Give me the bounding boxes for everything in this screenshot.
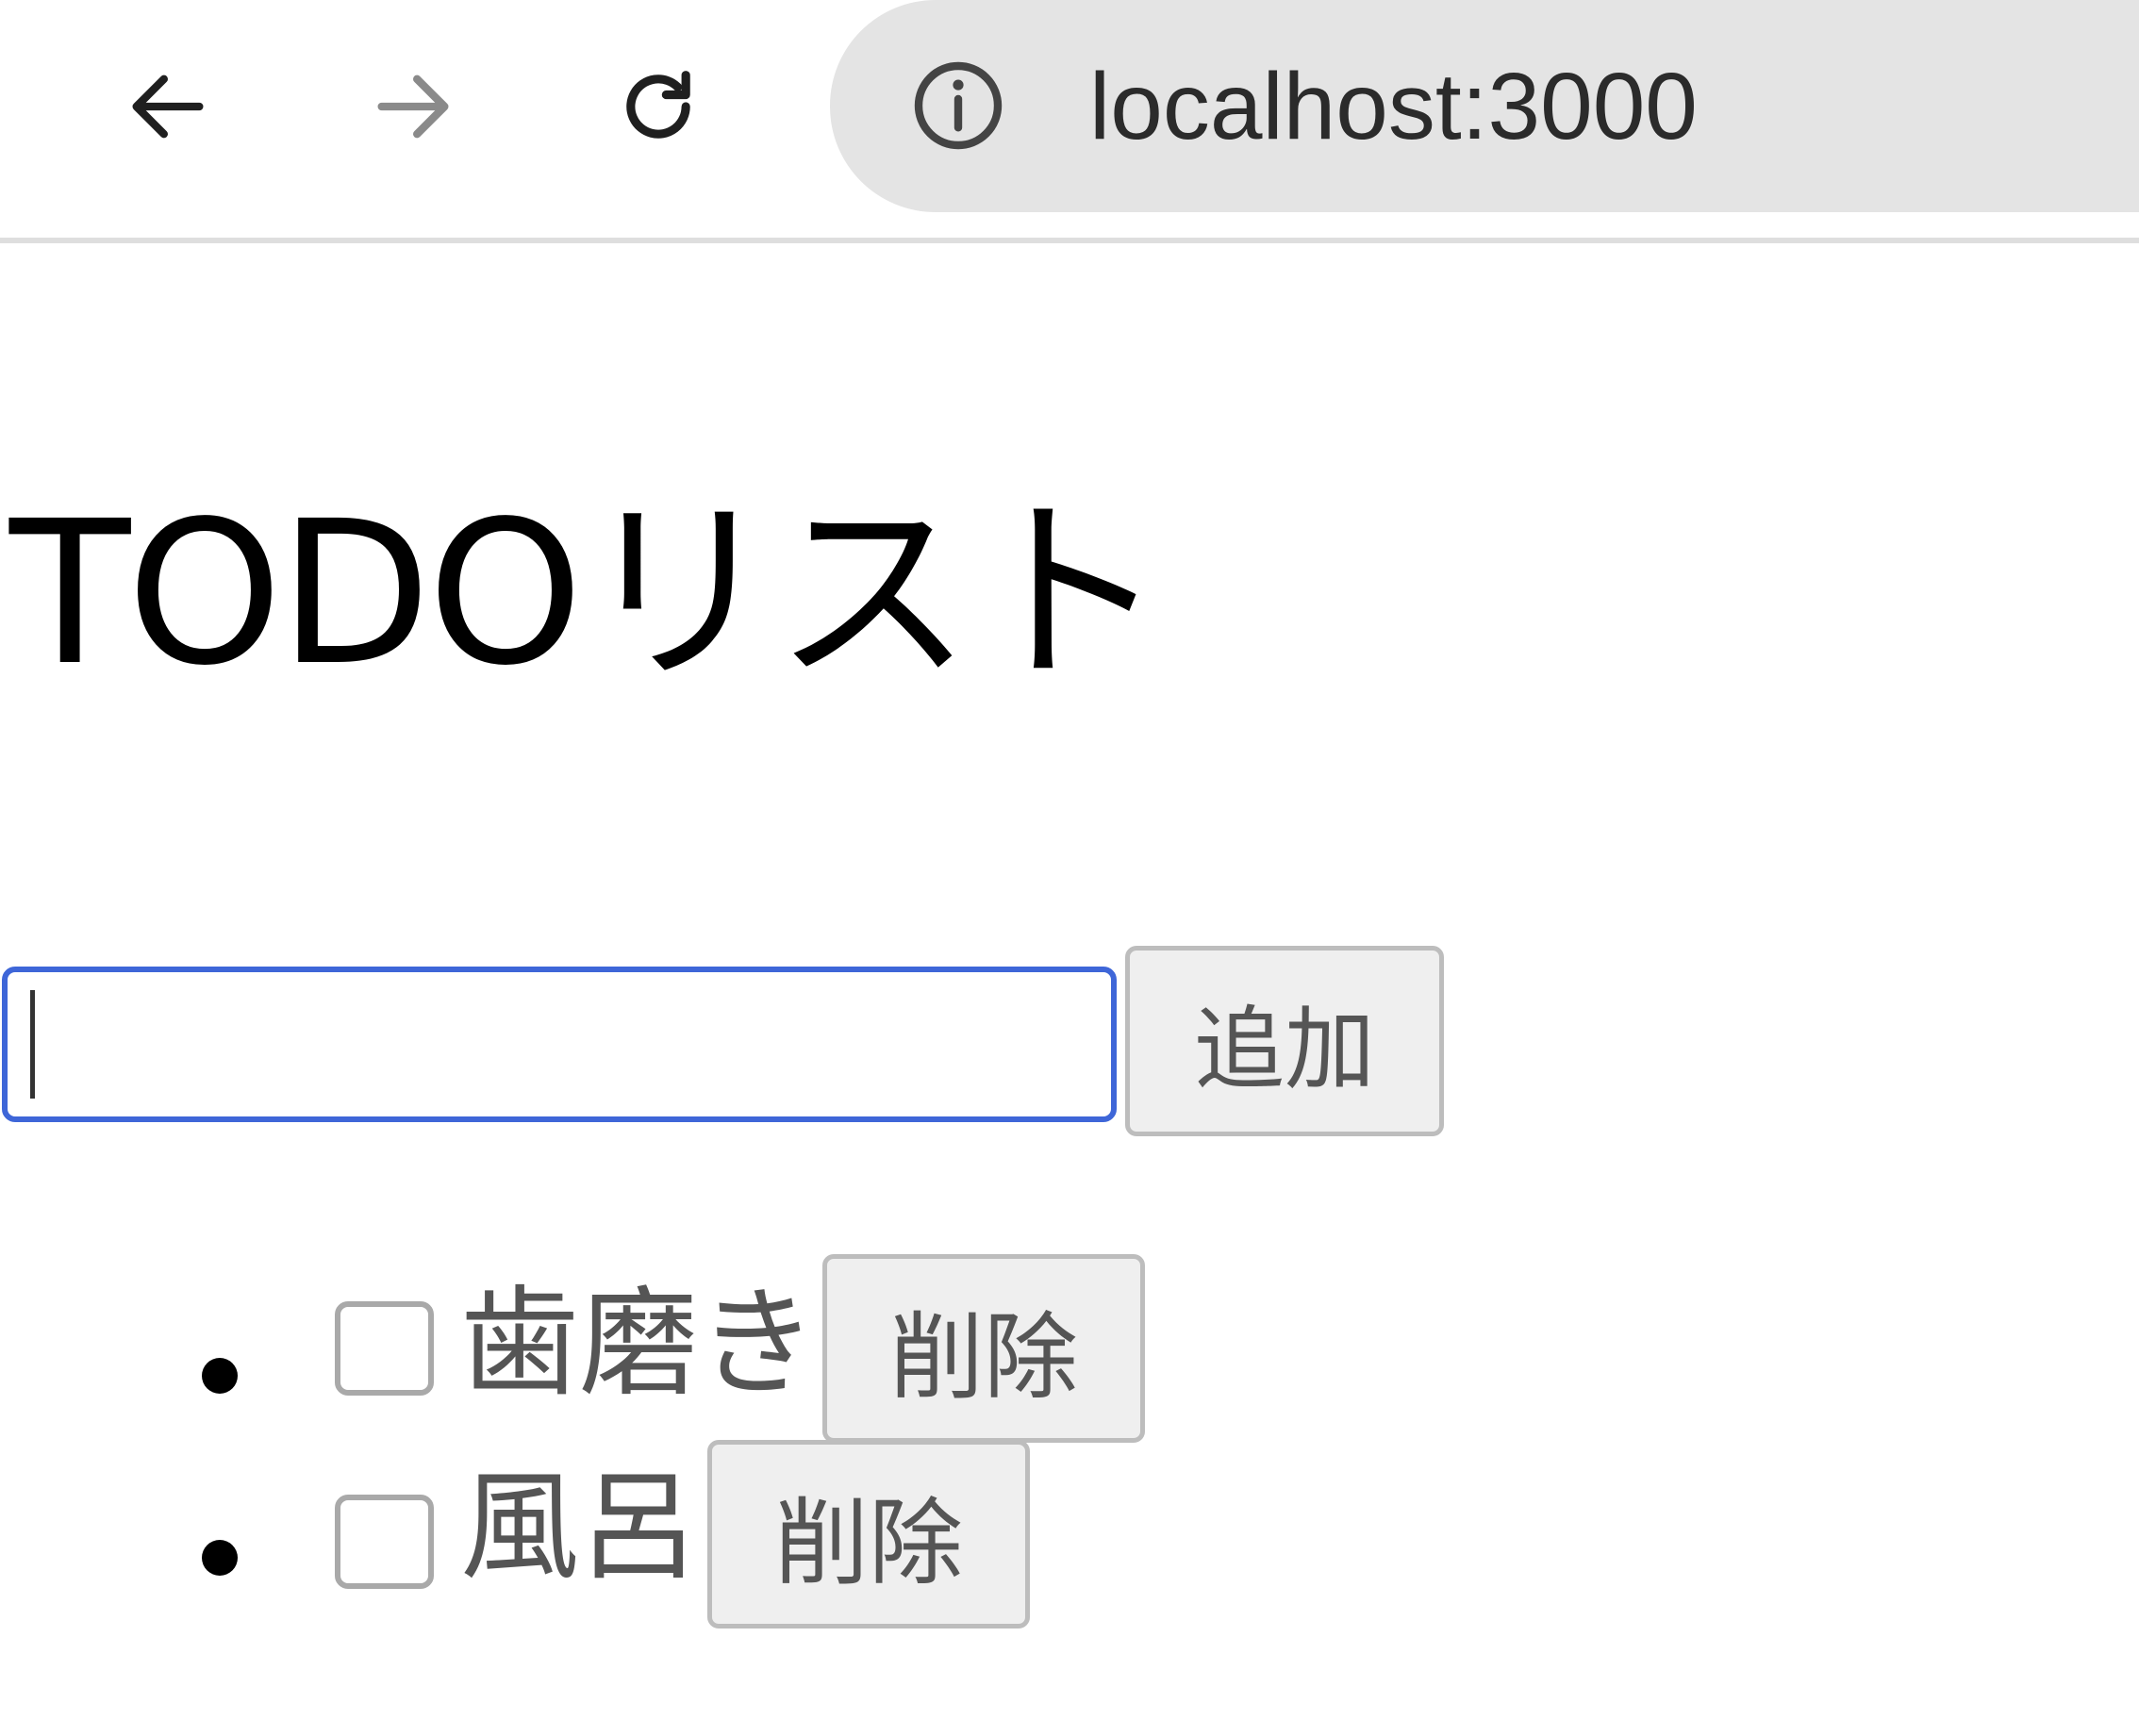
list-item: 風呂 削除	[0, 1440, 1320, 1645]
delete-button[interactable]: 削除	[822, 1254, 1145, 1443]
arrow-right-icon	[377, 74, 449, 139]
bullet-icon	[202, 1358, 238, 1394]
list-item: 歯磨き 削除	[0, 1254, 1320, 1443]
browser-toolbar: localhost:3000	[0, 0, 2139, 243]
address-bar[interactable]: localhost:3000	[830, 0, 2139, 212]
text-caret	[30, 990, 35, 1099]
todo-checkbox[interactable]	[335, 1495, 434, 1589]
forward-button[interactable]	[358, 52, 468, 161]
delete-button[interactable]: 削除	[707, 1440, 1030, 1629]
url-text[interactable]: localhost:3000	[1089, 45, 1698, 168]
arrow-left-icon	[132, 74, 204, 139]
todo-text: 歯磨き	[460, 1274, 817, 1413]
bullet-icon	[202, 1540, 238, 1576]
todo-input[interactable]	[2, 967, 1117, 1122]
page-title: TODOリスト	[9, 478, 1167, 709]
reload-button[interactable]	[604, 52, 713, 161]
site-info-button[interactable]	[905, 53, 1011, 158]
info-icon	[914, 61, 1003, 150]
back-button[interactable]	[113, 52, 223, 161]
todo-text: 風呂	[460, 1458, 698, 1596]
add-button[interactable]: 追加	[1125, 946, 1444, 1136]
reload-icon	[626, 71, 690, 139]
todo-checkbox[interactable]	[335, 1301, 434, 1396]
